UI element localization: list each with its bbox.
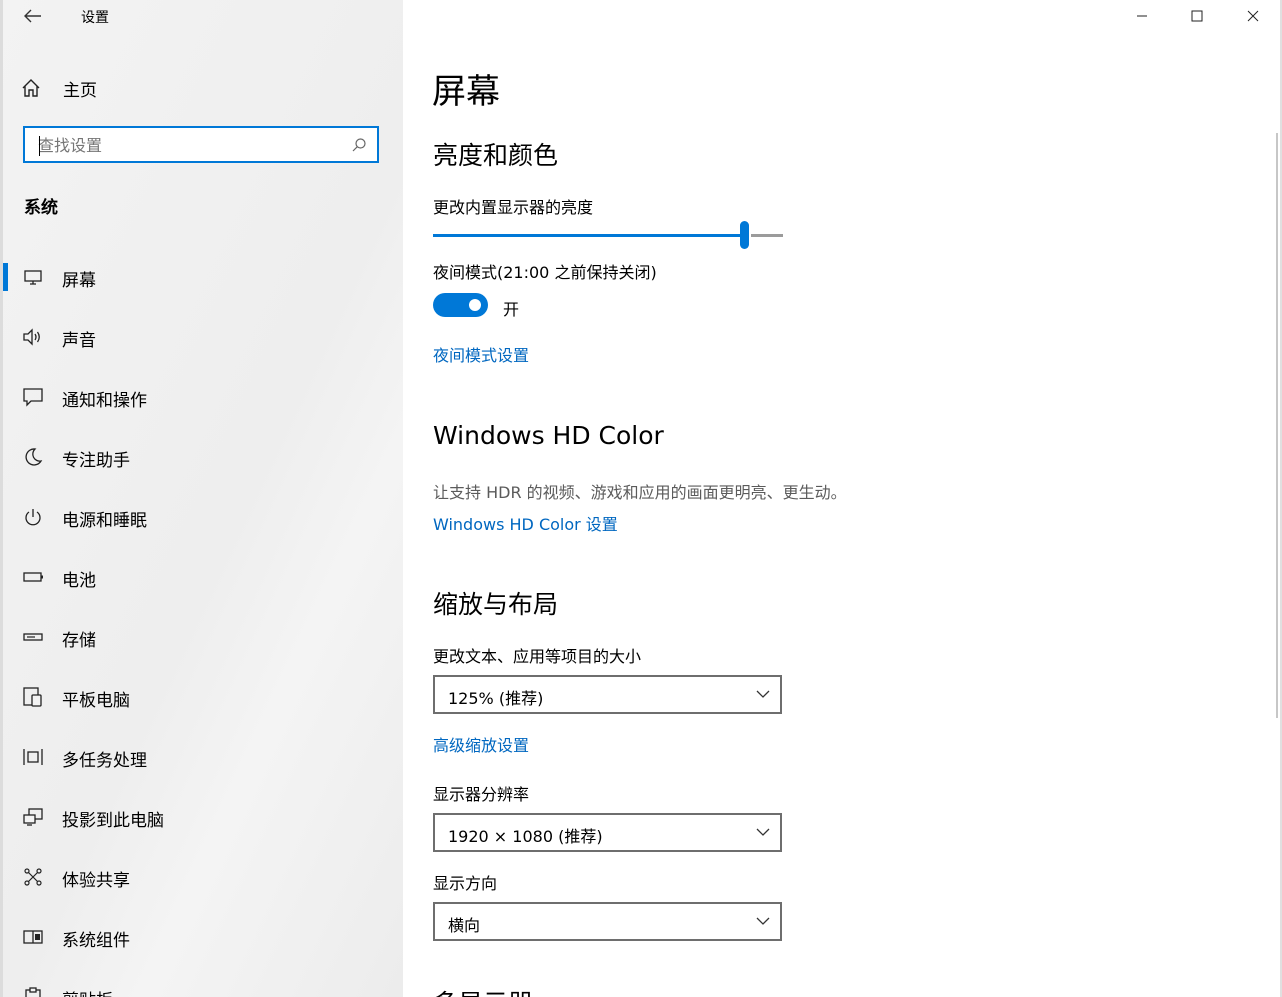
project-icon — [23, 808, 43, 826]
tablet-icon — [23, 687, 42, 707]
night-light-state: 开 — [503, 300, 520, 319]
scale-dropdown[interactable]: 125% (推荐) — [433, 675, 782, 714]
sidebar-item-label: 剪贴板 — [62, 986, 113, 997]
night-light-settings-link[interactable]: 夜间模式设置 — [433, 342, 529, 366]
sidebar-item-label: 存储 — [62, 631, 96, 651]
sidebar-item-storage[interactable]: 存储 — [0, 617, 403, 657]
search-input[interactable] — [38, 135, 338, 155]
scale-layout-heading: 缩放与布局 — [433, 590, 559, 619]
vertical-scrollbar[interactable] — [1276, 133, 1278, 718]
brightness-label: 更改内置显示器的亮度 — [433, 198, 594, 217]
power-icon — [25, 509, 41, 526]
multiple-displays-heading: 多显示器 — [433, 984, 533, 997]
sidebar-item-battery[interactable]: 电池 — [0, 557, 403, 597]
minimize-icon — [1137, 15, 1147, 17]
multitask-icon — [23, 749, 43, 765]
brightness-color-heading: 亮度和颜色 — [433, 141, 559, 170]
brightness-slider[interactable] — [433, 220, 783, 250]
chevron-down-icon — [756, 917, 770, 925]
sidebar-item-label: 投影到此电脑 — [62, 811, 164, 831]
sidebar-item-sound[interactable]: 声音 — [0, 317, 403, 357]
search-icon[interactable] — [351, 137, 367, 153]
back-button[interactable] — [18, 2, 48, 30]
app-title: 设置 — [81, 10, 109, 26]
sidebar-item-clipboard[interactable]: 剪贴板 — [0, 977, 403, 997]
sidebar-item-tablet[interactable]: 平板电脑 — [0, 677, 403, 717]
home-nav-item[interactable]: 主页 — [20, 72, 97, 104]
sidebar-item-label: 平板电脑 — [62, 691, 130, 711]
toggle-knob — [469, 299, 481, 311]
hd-color-settings-link[interactable]: Windows HD Color 设置 — [433, 511, 618, 535]
section-title-system: 系统 — [24, 198, 58, 218]
sidebar-item-label: 屏幕 — [62, 271, 96, 291]
advanced-scaling-link[interactable]: 高级缩放设置 — [433, 732, 529, 756]
back-arrow-icon — [24, 9, 41, 23]
sidebar-item-focus-assist[interactable]: 专注助手 — [0, 437, 403, 477]
sidebar-item-label: 体验共享 — [62, 871, 130, 891]
sidebar-item-label: 系统组件 — [62, 931, 130, 951]
slider-track-remaining — [751, 234, 783, 237]
sidebar-item-display[interactable]: 屏幕 — [0, 257, 403, 297]
notification-icon — [23, 388, 43, 407]
sidebar-item-shared-experiences[interactable]: 体验共享 — [0, 857, 403, 897]
hd-color-description: 让支持 HDR 的视频、游戏和应用的画面更明亮、更生动。 — [433, 483, 847, 502]
sidebar-item-label: 电源和睡眠 — [62, 511, 147, 531]
scale-label: 更改文本、应用等项目的大小 — [433, 647, 642, 666]
night-light-label: 夜间模式(21:00 之前保持关闭) — [433, 263, 657, 282]
monitor-icon — [24, 270, 42, 285]
battery-icon — [23, 572, 43, 582]
night-light-toggle[interactable] — [433, 293, 488, 317]
hd-color-heading: Windows HD Color — [433, 421, 664, 450]
page-title: 屏幕 — [432, 72, 500, 112]
main-content: 屏幕 亮度和颜色 更改内置显示器的亮度 夜间模式(21:00 之前保持关闭) 开… — [403, 0, 1282, 997]
sidebar-item-notifications[interactable]: 通知和操作 — [0, 377, 403, 417]
sidebar: 设置 主页 系统 屏幕 声音 通知和操作 专注助手 电源和睡眠 — [0, 0, 403, 997]
close-icon — [1247, 10, 1259, 22]
sidebar-item-power-sleep[interactable]: 电源和睡眠 — [0, 497, 403, 537]
maximize-icon — [1191, 10, 1203, 22]
sidebar-item-project[interactable]: 投影到此电脑 — [0, 797, 403, 837]
chevron-down-icon — [756, 690, 770, 698]
home-label: 主页 — [63, 80, 97, 101]
chevron-down-icon — [756, 828, 770, 836]
sidebar-item-label: 声音 — [62, 331, 96, 351]
resolution-label: 显示器分辨率 — [433, 785, 530, 804]
moon-icon — [25, 448, 43, 466]
storage-icon — [23, 633, 43, 641]
clipboard-icon — [25, 987, 41, 997]
orientation-dropdown-value: 横向 — [448, 916, 481, 935]
speaker-icon — [23, 328, 40, 346]
sidebar-item-label: 电池 — [62, 571, 96, 591]
search-box[interactable] — [23, 126, 379, 163]
resolution-dropdown[interactable]: 1920 × 1080 (推荐) — [433, 813, 782, 852]
resolution-dropdown-value: 1920 × 1080 (推荐) — [448, 827, 603, 846]
maximize-button[interactable] — [1174, 4, 1220, 28]
minimize-button[interactable] — [1119, 4, 1165, 28]
text-caret — [39, 136, 40, 156]
slider-thumb[interactable] — [740, 221, 749, 249]
share-icon — [24, 868, 42, 886]
slider-track-filled — [433, 234, 743, 237]
components-icon — [23, 930, 43, 944]
selection-indicator — [3, 263, 8, 291]
sidebar-item-label: 专注助手 — [62, 451, 130, 471]
home-icon — [22, 79, 40, 97]
sidebar-item-label: 通知和操作 — [62, 391, 147, 411]
orientation-label: 显示方向 — [433, 874, 498, 893]
sidebar-item-multitasking[interactable]: 多任务处理 — [0, 737, 403, 777]
sidebar-item-label: 多任务处理 — [62, 751, 147, 771]
close-button[interactable] — [1230, 4, 1276, 28]
orientation-dropdown[interactable]: 横向 — [433, 902, 782, 941]
sidebar-item-system-components[interactable]: 系统组件 — [0, 917, 403, 957]
scale-dropdown-value: 125% (推荐) — [448, 689, 544, 708]
